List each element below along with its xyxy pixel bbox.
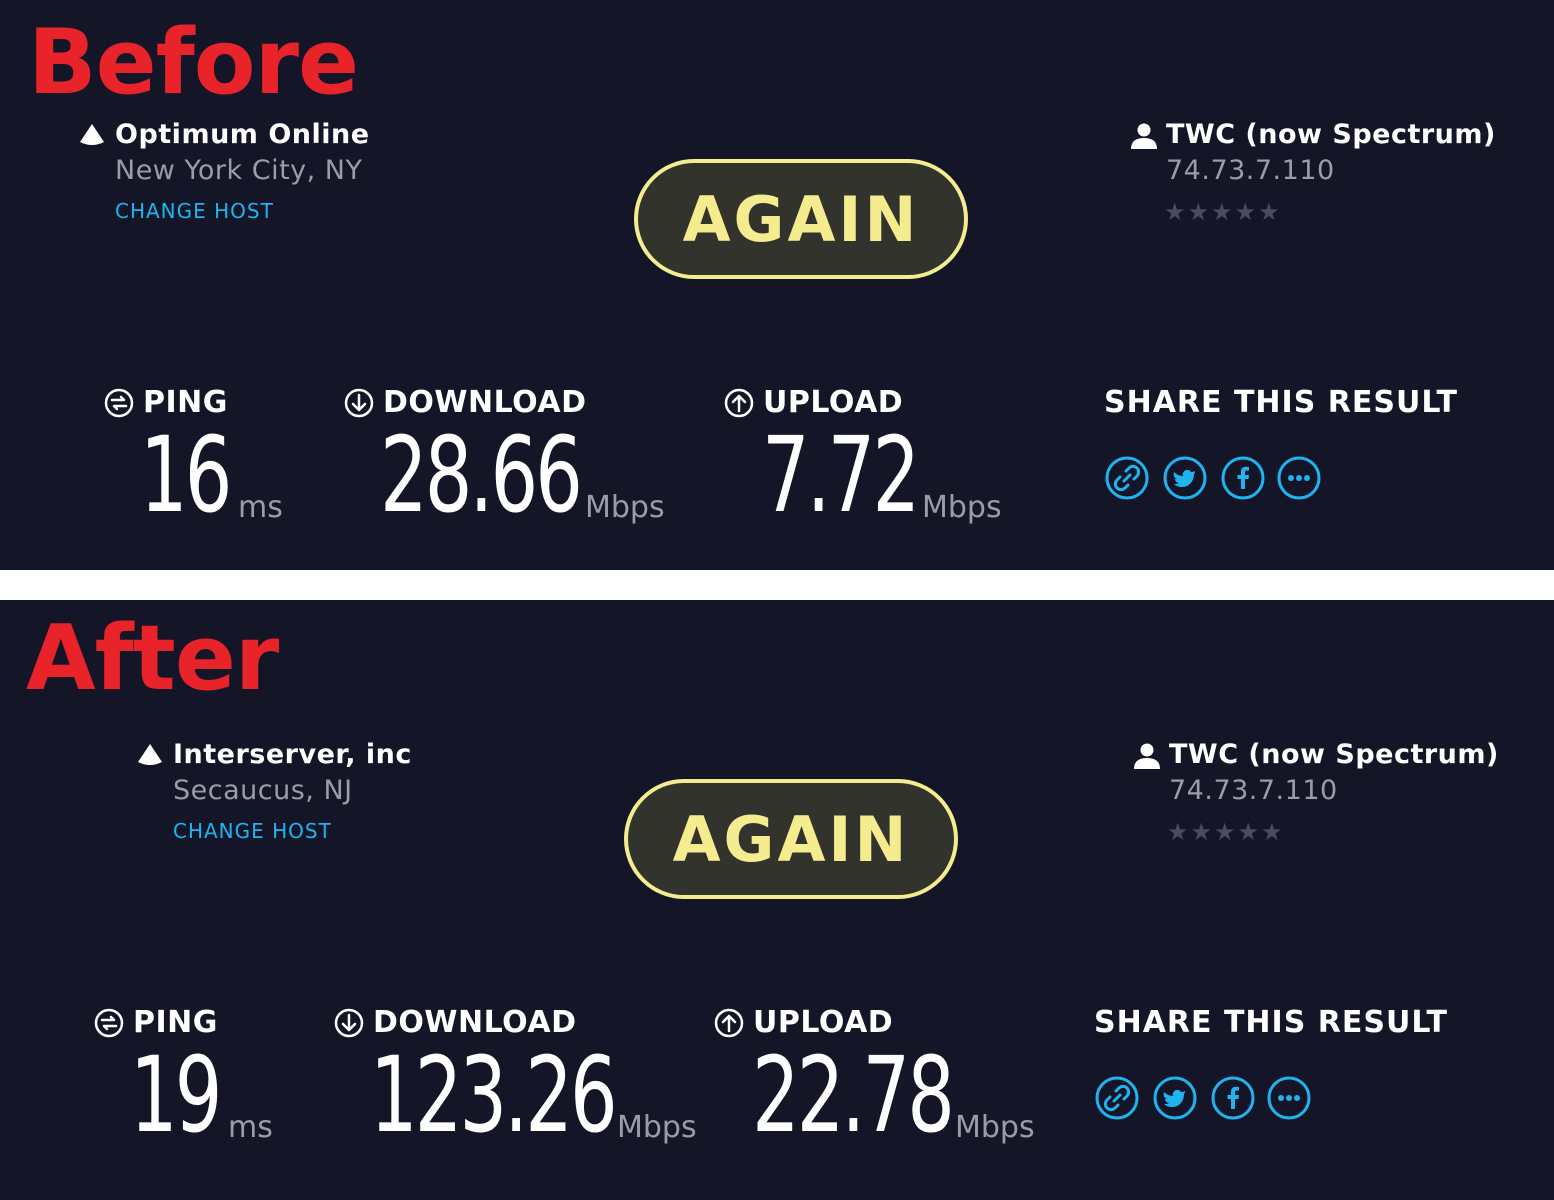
host-marker-icon xyxy=(138,744,162,765)
download-icon xyxy=(334,1008,364,1038)
upload-unit: Mbps xyxy=(922,490,1002,525)
ping-icon xyxy=(94,1008,124,1038)
more-icon[interactable] xyxy=(1267,1076,1311,1120)
link-icon[interactable] xyxy=(1095,1076,1139,1120)
share-title: SHARE THIS RESULT xyxy=(1094,1005,1448,1040)
download-unit: Mbps xyxy=(617,1110,697,1145)
again-button-label: AGAIN xyxy=(682,182,920,256)
again-button-label: AGAIN xyxy=(672,802,910,876)
isp-rating-stars[interactable]: ★★★★★ xyxy=(1164,198,1282,226)
ping-unit: ms xyxy=(238,490,283,525)
again-button[interactable]: AGAIN xyxy=(634,159,968,279)
upload-value: 7.72 xyxy=(762,414,920,536)
link-icon[interactable] xyxy=(1105,456,1149,500)
change-host-link[interactable]: CHANGE HOST xyxy=(115,199,274,223)
download-value: 123.26 xyxy=(370,1034,618,1156)
isp-name: TWC (now Spectrum) xyxy=(1169,739,1499,770)
isp-ip: 74.73.7.110 xyxy=(1166,155,1335,186)
again-button[interactable]: AGAIN xyxy=(624,779,958,899)
download-unit: Mbps xyxy=(585,490,665,525)
facebook-icon[interactable] xyxy=(1221,456,1265,500)
host-location: New York City, NY xyxy=(115,155,363,186)
download-icon xyxy=(344,388,374,418)
host-marker-icon xyxy=(80,124,104,145)
isp-name: TWC (now Spectrum) xyxy=(1166,119,1496,150)
twitter-icon[interactable] xyxy=(1153,1076,1197,1120)
host-location: Secaucus, NJ xyxy=(173,775,353,806)
before-result-panel: Before Optimum Online New York City, NY … xyxy=(0,0,1554,570)
change-host-link[interactable]: CHANGE HOST xyxy=(173,819,332,843)
upload-icon xyxy=(724,388,754,418)
host-name: Interserver, inc xyxy=(173,739,412,770)
upload-value: 22.78 xyxy=(752,1034,955,1156)
isp-ip: 74.73.7.110 xyxy=(1169,775,1338,806)
twitter-icon[interactable] xyxy=(1163,456,1207,500)
ping-icon xyxy=(104,388,134,418)
user-icon xyxy=(1131,123,1157,149)
upload-unit: Mbps xyxy=(955,1110,1035,1145)
ping-value: 19 xyxy=(130,1034,222,1156)
after-label: After xyxy=(26,606,279,711)
user-icon xyxy=(1134,743,1160,769)
ping-value: 16 xyxy=(140,414,232,536)
more-icon[interactable] xyxy=(1277,456,1321,500)
download-value: 28.66 xyxy=(380,414,583,536)
upload-icon xyxy=(714,1008,744,1038)
share-title: SHARE THIS RESULT xyxy=(1104,385,1458,420)
after-result-panel: After Interserver, inc Secaucus, NJ CHAN… xyxy=(0,600,1554,1200)
before-label: Before xyxy=(28,10,359,115)
host-name: Optimum Online xyxy=(115,119,370,150)
ping-unit: ms xyxy=(228,1110,273,1145)
isp-rating-stars[interactable]: ★★★★★ xyxy=(1167,818,1285,846)
facebook-icon[interactable] xyxy=(1211,1076,1255,1120)
